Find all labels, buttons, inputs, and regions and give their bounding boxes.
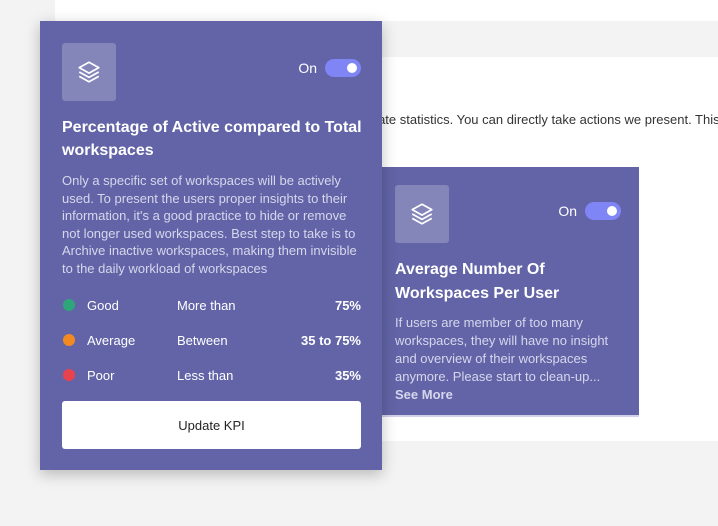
kpi-row-average: Average Between 35 to 75% <box>62 330 361 350</box>
background-panel-top <box>55 0 718 21</box>
kpi-card-active-workspaces: On Percentage of Active compared to Tota… <box>40 21 382 470</box>
layers-icon <box>395 185 449 243</box>
kpi-label: Good <box>87 297 119 313</box>
status-dot-poor <box>63 369 75 381</box>
kpi-card-average-workspaces: On Average Number Of Workspaces Per User… <box>382 167 639 417</box>
kpi-row-good: Good More than 75% <box>62 295 361 315</box>
background-text-line-1: o date statistics. You can directly take… <box>360 112 718 127</box>
kpi-condition: More than <box>177 297 236 313</box>
toggle-label: On <box>298 60 317 76</box>
card-description: If users are member of too many workspac… <box>395 315 609 384</box>
kpi-label: Poor <box>87 367 115 383</box>
kpi-value: 35% <box>334 367 361 383</box>
toggle-switch[interactable] <box>585 202 621 220</box>
toggle-switch[interactable] <box>325 59 361 77</box>
card-title: Average Number Of Workspaces Per User <box>395 261 560 302</box>
status-dot-average <box>63 334 75 346</box>
toggle-label: On <box>558 203 577 219</box>
kpi-label: Average <box>87 332 136 348</box>
background-text: o date statistics. You can directly take… <box>360 111 718 147</box>
card-title: Percentage of Active compared to Total w… <box>62 119 362 159</box>
enable-toggle[interactable]: On <box>298 59 361 77</box>
kpi-value: 75% <box>334 297 361 313</box>
kpi-value: 35 to 75% <box>301 332 361 348</box>
kpi-row-poor: Poor Less than 35% <box>62 365 361 385</box>
kpi-condition: Less than <box>177 367 234 383</box>
kpi-condition: Between <box>177 332 228 348</box>
card-description: Only a specific set of workspaces will b… <box>62 173 357 276</box>
enable-toggle[interactable]: On <box>558 202 621 220</box>
update-kpi-button[interactable]: Update KPI <box>62 401 361 449</box>
see-more-link[interactable]: See More <box>395 387 453 402</box>
layers-icon <box>62 43 116 101</box>
status-dot-good <box>63 299 75 311</box>
background-text-line-2: lts. <box>360 129 718 147</box>
